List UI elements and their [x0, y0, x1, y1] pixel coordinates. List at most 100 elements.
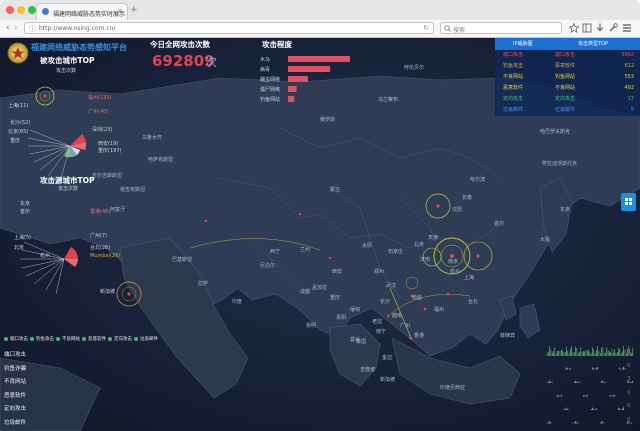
site-info-icon[interactable]: ⓘ [29, 24, 36, 34]
tab-favicon-icon [42, 8, 49, 15]
browser-tab[interactable]: 福建网络威胁态势实时展示 × [36, 3, 128, 20]
degree-bar [288, 66, 331, 72]
forward-button[interactable]: › [14, 22, 18, 34]
legend-target-type: 端口攻击 [555, 52, 576, 58]
legend-row[interactable]: 端口攻击 端口攻击 3962 [495, 50, 640, 61]
legend-count: 5 [630, 107, 634, 113]
search-field[interactable]: 搜索 [440, 22, 562, 34]
close-window-icon[interactable] [6, 6, 14, 14]
maximize-window-icon[interactable] [28, 6, 36, 14]
legend-tab-right[interactable]: 攻击类型TOP [578, 39, 608, 50]
total-attacks-title: 今日全网攻击次数 [150, 40, 210, 49]
map-place-label: 大阪 [540, 237, 551, 243]
filter-checkbox[interactable]: 端口攻击 [4, 336, 28, 342]
legend-row[interactable]: 垃圾邮件 垃圾邮件 5 [495, 105, 640, 116]
map-place-label: 贵阳 [336, 315, 347, 321]
map-place-label: 兰州 [300, 247, 311, 253]
url-bar[interactable]: ⓘ http://www.nsing.com.cn/ ↻ [24, 22, 434, 34]
map-place-label: 乌鲁木齐 [142, 135, 163, 141]
legend-row[interactable]: 不良网站 钓鱼网站 553 [495, 72, 640, 83]
source-city-label: 广州(7) [90, 233, 108, 239]
source-cities-subtitle: 攻击次数 [58, 186, 79, 192]
source-city-label: 东京 [20, 201, 31, 207]
legend-row[interactable]: 钓鱼攻击 恶意软件 612 [495, 61, 640, 72]
map-place-label: 北京 [414, 242, 425, 248]
emblem-icon [7, 42, 29, 64]
map-place-label: 拉萨 [198, 281, 209, 287]
target-city-label: 西安(19) [98, 141, 119, 147]
legend-row[interactable]: 恶意软件 不良网站 492 [495, 83, 640, 94]
target-city-label: 广州(40) [88, 109, 109, 115]
side-panel-button[interactable] [621, 193, 636, 211]
map-place-label: 哈尔滨 [470, 177, 486, 183]
map-place-label: 吉隆坡 [360, 367, 376, 373]
source-cities-title: 攻击源城市TOP [40, 176, 95, 185]
star-icon[interactable] [569, 23, 579, 33]
map-place-label: 南昌 [412, 295, 423, 301]
filter-checkbox[interactable]: 垃圾邮件 [134, 336, 158, 342]
map-place-label: 吉尔吉斯斯坦 [92, 173, 123, 179]
map-place-label: 阿富汗 [110, 207, 126, 213]
attack-type-row: 端口攻击 [4, 352, 27, 358]
legend-source-type: 不良网站 [503, 74, 524, 80]
legend-count: 17 [627, 96, 634, 102]
filter-checkbox[interactable]: 钓鱼攻击 [30, 336, 54, 342]
tab-title: 福建网络威胁态势实时展示 [53, 11, 126, 18]
new-tab-button[interactable]: + [130, 6, 138, 15]
tab-close-icon[interactable]: × [117, 7, 123, 15]
attack-type-row: 定向攻击 [4, 406, 27, 412]
source-city-label: 杭州 [40, 253, 51, 259]
legend-count: 3962 [621, 52, 634, 58]
search-icon [444, 25, 451, 32]
legend-target-type: 钓鱼网站 [555, 74, 576, 80]
map-place-label: 越南 [392, 313, 403, 319]
map-place-label: 昆明 [306, 323, 317, 329]
map-place-label: 西安 [332, 269, 343, 275]
map-place-label: 杭州 [450, 269, 461, 275]
map-place-label: 符拉迪沃斯托克 [542, 161, 578, 167]
source-city-radial-chart [20, 241, 78, 295]
source-city-label: Mumbai(26) [90, 253, 121, 259]
degree-label: 木马 [260, 56, 270, 63]
minimize-window-icon[interactable] [17, 6, 25, 14]
degree-bar [288, 76, 308, 82]
map-place-label: 太原 [362, 243, 373, 249]
target-cities-subtitle: 攻击次数 [56, 68, 77, 74]
degree-label: 病毒 [260, 66, 270, 73]
map-place-label: 香港 [414, 333, 425, 339]
map-place-label: 尼泊尔 [260, 263, 276, 269]
tools-icon[interactable] [608, 23, 618, 33]
target-city-label: 北京(65) [8, 129, 29, 135]
download-icon[interactable] [595, 23, 605, 33]
map-place-label: 石家庄 [388, 249, 404, 255]
degree-bar [288, 96, 295, 102]
attack-type-count: 3 [627, 349, 631, 355]
bookmarks-icon[interactable] [582, 23, 592, 33]
activity-sparklines [546, 346, 634, 424]
legend-tabs[interactable]: IP威胁图 攻击类型TOP [495, 39, 640, 50]
filter-checkbox[interactable]: 恶意软件 [82, 336, 106, 342]
map-place-label: 俄罗斯 [320, 117, 336, 123]
menu-icon[interactable] [622, 23, 632, 33]
map-place-label: 乌兰察布 [378, 97, 399, 103]
legend-count: 553 [624, 74, 634, 80]
url-text: http://www.nsing.com.cn/ [39, 25, 116, 32]
legend-row[interactable]: 定向攻击 定向攻击 17 [495, 94, 640, 105]
map-place-label: 曼谷 [350, 337, 361, 343]
source-city-label: 新加坡 [100, 289, 116, 295]
map-place-label: 西宁 [270, 249, 281, 255]
attack-type-row: 钓鱼诈骗 [4, 365, 27, 372]
map-place-label: 首尔 [494, 221, 505, 227]
attack-degree-title: 攻击程度 [262, 40, 292, 49]
map-place-label: 南京 [448, 259, 459, 265]
map-place-label: 菲律宾 [500, 333, 516, 339]
map-place-label: 蒙古 [330, 187, 341, 193]
legend-tab-left[interactable]: IP威胁图 [513, 39, 533, 50]
target-city-label: 长沙(52) [10, 120, 31, 126]
back-button[interactable]: ‹ [6, 22, 10, 34]
filter-checkbox[interactable]: 不良网站 [56, 336, 80, 342]
reload-icon[interactable]: ↻ [423, 24, 429, 32]
filter-checkbox[interactable]: 定向攻击 [108, 336, 132, 342]
map-place-label: 天津 [428, 235, 439, 241]
degree-bar [288, 56, 350, 62]
